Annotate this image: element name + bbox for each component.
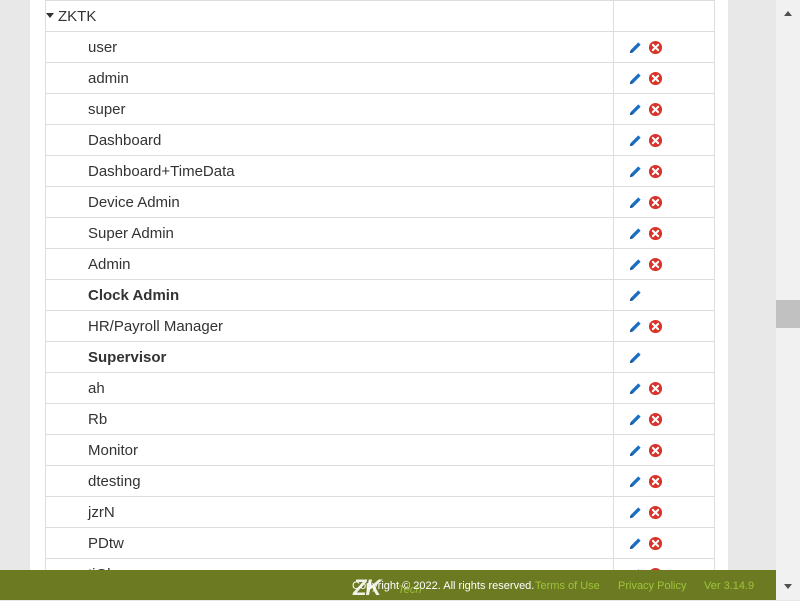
pencil-icon[interactable] (628, 133, 643, 148)
close-circle-icon[interactable] (648, 257, 663, 272)
close-circle-icon[interactable] (648, 40, 663, 55)
role-name: Supervisor (88, 348, 167, 366)
close-circle-icon[interactable] (648, 381, 663, 396)
role-name: user (88, 38, 118, 56)
role-row: Device Admin (45, 186, 715, 218)
role-row: user (45, 31, 715, 63)
close-circle-icon[interactable] (648, 536, 663, 551)
close-circle-icon[interactable] (648, 102, 663, 117)
role-name: Super Admin (88, 224, 174, 242)
role-name: Rb (88, 410, 108, 428)
pencil-icon[interactable] (628, 505, 643, 520)
pencil-icon[interactable] (628, 536, 643, 551)
pencil-icon[interactable] (628, 71, 643, 86)
close-circle-icon[interactable] (648, 505, 663, 520)
pencil-icon[interactable] (628, 40, 643, 55)
role-row: Dashboard (45, 124, 715, 156)
close-circle-icon[interactable] (648, 226, 663, 241)
scroll-down-arrow-icon[interactable] (776, 578, 800, 595)
role-name: super (88, 100, 126, 118)
pencil-icon[interactable] (628, 226, 643, 241)
role-row: Admin (45, 248, 715, 280)
role-name: PDtw (88, 534, 124, 552)
caret-down-icon[interactable] (46, 12, 54, 18)
pencil-icon[interactable] (628, 288, 643, 303)
pencil-icon[interactable] (628, 319, 643, 334)
terms-link[interactable]: Terms of Use (535, 580, 600, 592)
role-row: Monitor (45, 434, 715, 466)
pencil-icon[interactable] (628, 474, 643, 489)
privacy-link[interactable]: Privacy Policy (618, 580, 686, 592)
pencil-icon[interactable] (628, 381, 643, 396)
pencil-icon[interactable] (628, 102, 643, 117)
pencil-icon[interactable] (628, 412, 643, 427)
pencil-icon[interactable] (628, 195, 643, 210)
roles-table: ZKTK user admin super Dashboard Dashboard+Ti… (45, 0, 715, 570)
roles-panel: ZKTK user admin super Dashboard Dashboard+Ti… (30, 0, 728, 570)
group-row[interactable]: ZKTK (45, 0, 715, 32)
role-row: PDtw (45, 527, 715, 559)
group-name: ZKTK (58, 7, 97, 25)
scrollbar-thumb[interactable] (776, 300, 800, 328)
role-row: Clock Admin (45, 279, 715, 311)
close-circle-icon[interactable] (648, 71, 663, 86)
role-name: jzrN (88, 503, 115, 521)
pencil-icon[interactable] (628, 443, 643, 458)
role-row: ah (45, 372, 715, 404)
pencil-icon[interactable] (628, 350, 643, 365)
role-row: Super Admin (45, 217, 715, 249)
role-row: dtesting (45, 465, 715, 497)
close-circle-icon[interactable] (648, 474, 663, 489)
role-name: Device Admin (88, 193, 180, 211)
role-row: HR/Payroll Manager (45, 310, 715, 342)
role-row: admin (45, 62, 715, 94)
version-text: Ver 3.14.9 (704, 580, 755, 592)
role-row: Rb (45, 403, 715, 435)
role-name: dtesting (88, 472, 141, 490)
close-circle-icon[interactable] (648, 164, 663, 179)
pencil-icon[interactable] (628, 164, 643, 179)
role-name: Admin (88, 255, 131, 273)
role-row: tiGh (45, 558, 715, 570)
role-row: super (45, 93, 715, 125)
role-name: admin (88, 69, 129, 87)
close-circle-icon[interactable] (648, 412, 663, 427)
role-name: HR/Payroll Manager (88, 317, 224, 335)
close-circle-icon[interactable] (648, 133, 663, 148)
copyright-text: Copyright © 2022. All rights reserved. (352, 580, 535, 592)
role-name: ah (88, 379, 105, 397)
role-name: Dashboard+TimeData (88, 162, 235, 180)
role-name: Clock Admin (88, 286, 180, 304)
role-row: Dashboard+TimeData (45, 155, 715, 187)
vertical-scrollbar[interactable] (776, 0, 800, 600)
footer: ZK Tech Copyright © 2022. All rights res… (0, 570, 776, 600)
close-circle-icon[interactable] (648, 195, 663, 210)
pencil-icon[interactable] (628, 257, 643, 272)
scroll-up-arrow-icon[interactable] (776, 5, 800, 22)
close-circle-icon[interactable] (648, 319, 663, 334)
role-row: Supervisor (45, 341, 715, 373)
role-name: Dashboard (88, 131, 162, 149)
role-row: jzrN (45, 496, 715, 528)
role-name: Monitor (88, 441, 139, 459)
close-circle-icon[interactable] (648, 443, 663, 458)
